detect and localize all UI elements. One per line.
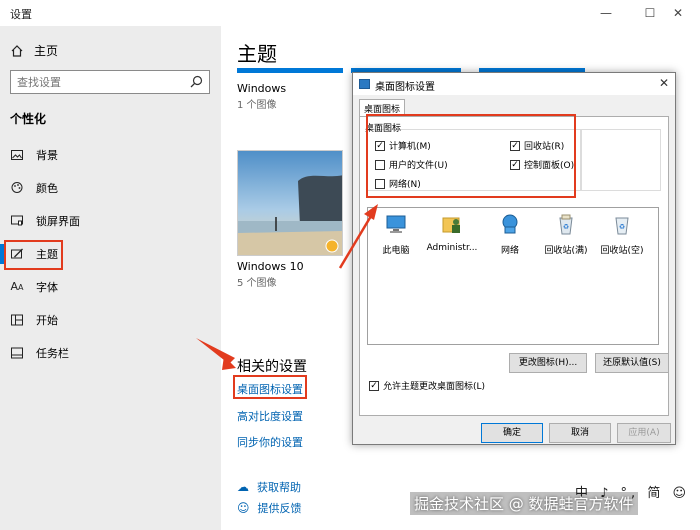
monitor-icon [11,215,23,225]
sidebar-item-label: 颜色 [36,181,58,195]
ok-button[interactable]: 确定 [481,423,543,443]
preview-area [581,129,661,191]
theme-name: Windows [237,82,287,95]
svg-text:♻: ♻ [619,223,625,231]
help-icon: ☁ [237,480,249,494]
checkbox-allow-themes[interactable]: ✓ 允许主题更改桌面图标(L) [369,379,485,392]
icon-label: 回收站(满) [544,246,588,256]
theme-thumbnail-windows10[interactable] [237,150,343,256]
dialog-title-bar: 桌面图标设置 ✕ [353,73,675,95]
theme-name: Windows 10 [237,260,304,273]
icon-label: 此电脑 [382,246,410,256]
sidebar-item-colors[interactable]: 颜色 [0,171,221,204]
theme-thumbnail-windows[interactable] [237,68,343,73]
nav-home-label: 主页 [34,44,59,58]
cancel-button[interactable]: 取消 [549,423,611,443]
sidebar-item-label: 任务栏 [36,346,69,360]
font-icon: AA [10,280,24,293]
change-icon-button[interactable]: 更改图标(H)... [509,353,587,373]
sidebar-item-lockscreen[interactable]: 锁屏界面 [0,204,221,237]
windows10-wallpaper [238,151,342,255]
theme-image-count: 5 个图像 [237,278,277,289]
list-item[interactable]: 网络 [484,212,536,256]
sidebar-item-label: 锁屏界面 [36,214,80,228]
checkbox-box[interactable]: ✓ [369,380,379,391]
icon-label: 网络 [500,246,519,256]
sidebar: 主页 个性化 背景 颜色 锁屏界面 主题 AA 字体 开始 [0,26,221,530]
theme-image-count: 1 个图像 [237,100,277,111]
sidebar-item-label: 背景 [36,148,58,162]
dialog-close-icon[interactable]: ✕ [659,76,669,90]
taskbar-icon [11,347,23,358]
sidebar-item-taskbar[interactable]: 任务栏 [0,336,221,369]
page-title: 主题 [237,42,277,66]
dialog-title: 桌面图标设置 [375,82,435,93]
list-item[interactable]: 此电脑 [370,212,422,256]
list-item[interactable]: Administr... [426,212,478,253]
highlight-link-box [233,375,307,399]
list-item[interactable]: ♻ 回收站(空) [596,212,648,256]
picture-icon [11,149,23,160]
apply-button[interactable]: 应用(A) [617,423,671,443]
minimize-button[interactable]: — [584,2,628,24]
feedback-icon: ☺ [237,501,250,515]
watermark: 掘金技术社区 @ 数据蛙官方软件 [410,492,638,515]
related-settings-title: 相关的设置 [237,359,307,375]
highlight-themes-box [4,240,63,270]
desktop-icon-list: 此电脑 Administr... 网络 ♻ 回收站(满) ♻ 回收站(空) [367,207,659,345]
search-box[interactable] [10,70,210,94]
this-pc-icon [386,215,406,233]
sidebar-item-start[interactable]: 开始 [0,303,221,336]
highlight-checkbox-box [366,114,576,198]
window-title: 设置 [10,8,32,21]
sidebar-item-fonts[interactable]: AA 字体 [0,270,221,303]
dialog-app-icon [359,79,370,89]
sidebar-item-label: 字体 [36,280,58,294]
network-icon [502,214,518,234]
recycle-bin-full-icon: ♻ [559,214,573,235]
section-title: 个性化 [10,112,47,126]
palette-icon [11,182,23,193]
close-button[interactable]: ✕ [656,2,700,24]
sidebar-item-background[interactable]: 背景 [0,138,221,171]
get-help-label: 获取帮助 [257,481,301,494]
user-folder-icon [442,217,460,233]
svg-text:♻: ♻ [563,223,569,231]
search-input[interactable] [11,71,181,93]
high-contrast-link[interactable]: 高对比度设置 [237,408,303,424]
icon-label: Administr... [426,243,478,253]
sidebar-item-label: 开始 [36,313,58,327]
recycle-bin-empty-icon: ♻ [615,217,629,235]
start-grid-icon [11,314,23,325]
home-icon [11,44,23,57]
checkbox-label: 允许主题更改桌面图标(L) [383,382,486,392]
nav-home[interactable]: 主页 [10,42,58,59]
get-help-link[interactable]: ☁ 获取帮助 [237,479,301,495]
list-item[interactable]: ♻ 回收站(满) [540,212,592,256]
restore-default-button[interactable]: 还原默认值(S) [595,353,669,373]
sync-settings-link[interactable]: 同步你的设置 [237,434,303,450]
title-bar: 设置 — ☐ ✕ [0,0,700,26]
icon-label: 回收站(空) [600,246,644,256]
feedback-label: 提供反馈 [257,502,302,515]
feedback-link[interactable]: ☺ 提供反馈 [237,500,302,516]
search-icon[interactable] [190,75,203,88]
